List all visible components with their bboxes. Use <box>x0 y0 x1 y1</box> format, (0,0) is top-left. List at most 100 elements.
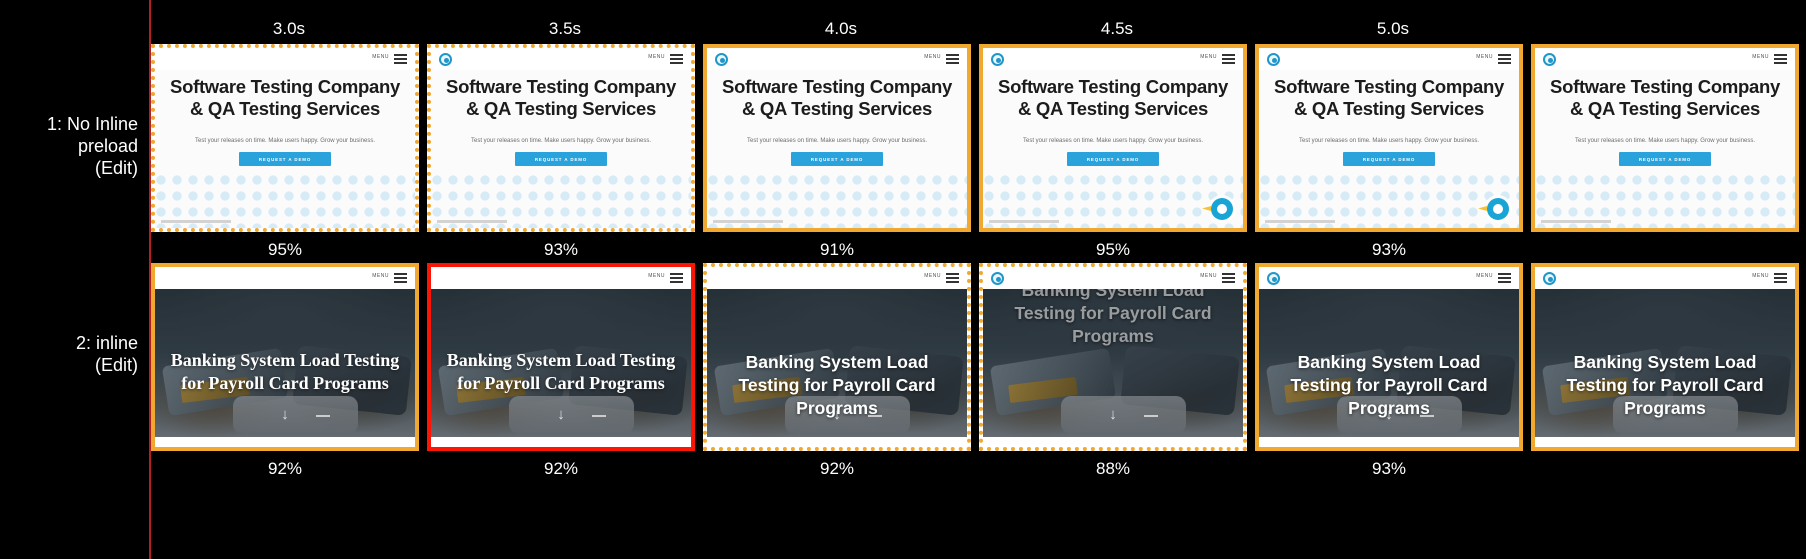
menu-label[interactable]: MENU <box>1200 273 1217 279</box>
hamburger-menu-icon[interactable] <box>1774 54 1787 64</box>
scroll-down-arrow-icon[interactable]: ↓ <box>1385 407 1393 422</box>
scroll-down-arrow-icon[interactable]: ↓ <box>557 407 565 422</box>
footer-text-line <box>1265 220 1335 223</box>
request-demo-button[interactable]: REQUEST A DEMO <box>1067 152 1159 166</box>
request-demo-button[interactable]: REQUEST A DEMO <box>791 152 883 166</box>
scroll-down-arrow-icon[interactable]: ↓ <box>281 407 289 422</box>
filmstrip-cell[interactable]: MENU Software Testing Company & QA Testin… <box>979 44 1255 260</box>
site-logo-icon <box>991 272 1004 285</box>
filmstrip-cell[interactable]: MENU Banking System Load Testing for Payr… <box>151 263 427 479</box>
filmstrip-cell[interactable]: MENU Software Testing Company & QA Testin… <box>1255 44 1531 260</box>
scroll-down-arrow-icon[interactable]: ↓ <box>1109 407 1117 422</box>
visual-progress-percent: 92% <box>819 459 855 478</box>
filmstrip-cell[interactable]: MENU Software Testing Company & QA Testin… <box>1531 44 1806 232</box>
filmstrip-cell[interactable]: MENU Banking System Load Testing for Payr… <box>703 263 979 479</box>
filmstrip-thumbnail[interactable]: MENU Software Testing Company & QA Testin… <box>1531 44 1799 232</box>
menu-label[interactable]: MENU <box>648 273 665 279</box>
page-banking-load-testing: MENU Banking System Load Testing for Payr… <box>431 267 691 447</box>
filmstrip-track[interactable]: 3.0s 3.5s 4.0s 4.5s 5.0s MENU Software Testin… <box>151 0 1806 559</box>
site-navbar: MENU <box>1535 267 1795 289</box>
menu-label[interactable]: MENU <box>1752 273 1769 279</box>
hamburger-menu-icon[interactable] <box>1498 273 1511 283</box>
footer-text-line <box>713 220 783 223</box>
hamburger-menu-icon[interactable] <box>394 273 407 283</box>
filmstrip-thumbnail[interactable]: MENU Banking System Load Testing for Payr… <box>979 263 1247 451</box>
filmstrip-thumbnail[interactable]: MENU Banking System Load Testing for Payr… <box>427 263 695 451</box>
hero-heading: Software Testing Company & QA Testing Se… <box>1550 76 1780 119</box>
page-bottom-band <box>155 437 415 447</box>
filmstrip-cell[interactable]: MENU Software Testing Company & QA Testin… <box>151 44 427 260</box>
page-banking-load-testing: MENU Banking System Load Testing for Payr… <box>1535 267 1795 447</box>
request-demo-button[interactable]: REQUEST A DEMO <box>1619 152 1711 166</box>
hamburger-menu-icon[interactable] <box>670 54 683 64</box>
menu-label[interactable]: MENU <box>1200 54 1217 60</box>
hamburger-menu-icon[interactable] <box>1222 54 1235 64</box>
visual-progress-percent: 93% <box>1371 240 1407 259</box>
filmstrip-thumbnail[interactable]: MENU Software Testing Company & QA Testin… <box>1255 44 1523 232</box>
filmstrip-cell[interactable]: MENU Banking System Load Testing for Payr… <box>427 263 703 479</box>
row-label-1[interactable]: 1: No Inline preload (Edit) <box>0 113 138 179</box>
time-label-4: 5.0s <box>1376 19 1410 38</box>
hero-subheading: Test your releases on time. Make users h… <box>1023 138 1203 144</box>
site-logo-icon <box>1543 53 1556 66</box>
hero-heading: Software Testing Company & QA Testing Se… <box>446 76 676 119</box>
page-bottom-band <box>431 437 691 447</box>
request-demo-button[interactable]: REQUEST A DEMO <box>515 152 607 166</box>
filmstrip-thumbnail[interactable]: MENU Banking System Load Testing for Payr… <box>1255 263 1523 451</box>
page-banking-load-testing: MENU Banking System Load Testing for Payr… <box>983 267 1243 447</box>
filmstrip-cell[interactable]: MENU Banking System Load Testing for Payr… <box>1531 263 1806 451</box>
visual-progress-percent: 93% <box>1371 459 1407 478</box>
footer-text-line <box>1541 220 1611 223</box>
footer-text-line <box>989 220 1059 223</box>
menu-label[interactable]: MENU <box>1476 54 1493 60</box>
page-software-testing: MENU Software Testing Company & QA Testin… <box>431 48 691 228</box>
page-bottom-band <box>1535 437 1795 447</box>
hamburger-menu-icon[interactable] <box>946 54 959 64</box>
page-banking-load-testing: MENU Banking System Load Testing for Payr… <box>1259 267 1519 447</box>
menu-label[interactable]: MENU <box>1752 54 1769 60</box>
hamburger-menu-icon[interactable] <box>1774 273 1787 283</box>
site-logo-icon <box>715 53 728 66</box>
menu-label[interactable]: MENU <box>648 54 665 60</box>
filmstrip-thumbnail[interactable]: MENU Banking System Load Testing for Payr… <box>703 263 971 451</box>
filmstrip-cell[interactable]: MENU Banking System Load Testing for Payr… <box>1255 263 1531 479</box>
filmstrip-thumbnail[interactable]: MENU Software Testing Company & QA Testin… <box>979 44 1247 232</box>
site-navbar: MENU <box>707 48 967 70</box>
hamburger-menu-icon[interactable] <box>1498 54 1511 64</box>
menu-label[interactable]: MENU <box>372 273 389 279</box>
filmstrip-cell[interactable]: MENU Banking System Load Testing for Payr… <box>979 263 1255 479</box>
footer-text-line <box>161 220 231 223</box>
site-navbar: MENU <box>1259 267 1519 289</box>
hamburger-menu-icon[interactable] <box>946 273 959 283</box>
filmstrip-thumbnail[interactable]: MENU Software Testing Company & QA Testin… <box>151 44 419 232</box>
scroll-down-arrow-icon[interactable]: ↓ <box>833 407 841 422</box>
menu-label[interactable]: MENU <box>924 273 941 279</box>
chat-widget-icon[interactable] <box>1487 198 1509 220</box>
filmstrip-cell[interactable]: MENU Software Testing Company & QA Testin… <box>703 44 979 260</box>
hamburger-menu-icon[interactable] <box>394 54 407 64</box>
row-label-2[interactable]: 2: inline (Edit) <box>0 332 138 376</box>
page-software-testing: MENU Software Testing Company & QA Testin… <box>155 48 415 228</box>
chat-widget-icon[interactable] <box>1211 198 1233 220</box>
filmstrip-thumbnail[interactable]: MENU Software Testing Company & QA Testin… <box>427 44 695 232</box>
filmstrip-cell[interactable]: MENU Software Testing Company & QA Testin… <box>427 44 703 260</box>
filmstrip-thumbnail[interactable]: MENU Software Testing Company & QA Testin… <box>703 44 971 232</box>
request-demo-button[interactable]: REQUEST A DEMO <box>1343 152 1435 166</box>
visual-progress-percent: 93% <box>543 240 579 259</box>
menu-label[interactable]: MENU <box>924 54 941 60</box>
filmstrip-thumbnail[interactable]: MENU Banking System Load Testing for Payr… <box>1531 263 1799 451</box>
hero-subheading: Test your releases on time. Make users h… <box>1299 138 1479 144</box>
hero-heading: Software Testing Company & QA Testing Se… <box>722 76 952 119</box>
request-demo-button[interactable]: REQUEST A DEMO <box>239 152 331 166</box>
hamburger-menu-icon[interactable] <box>670 273 683 283</box>
page-software-testing: MENU Software Testing Company & QA Testin… <box>1535 48 1795 228</box>
hero-heading: Banking System Load Testing for Payroll … <box>1014 280 1212 346</box>
site-navbar: MENU <box>155 267 415 289</box>
hamburger-menu-icon[interactable] <box>1222 273 1235 283</box>
menu-label[interactable]: MENU <box>1476 273 1493 279</box>
hero-heading: Banking System Load Testing for Payroll … <box>446 350 676 393</box>
filmstrip-thumbnail[interactable]: MENU Banking System Load Testing for Payr… <box>151 263 419 451</box>
visual-progress-percent: 92% <box>267 459 303 478</box>
visual-progress-percent: 91% <box>819 240 855 259</box>
menu-label[interactable]: MENU <box>372 54 389 60</box>
